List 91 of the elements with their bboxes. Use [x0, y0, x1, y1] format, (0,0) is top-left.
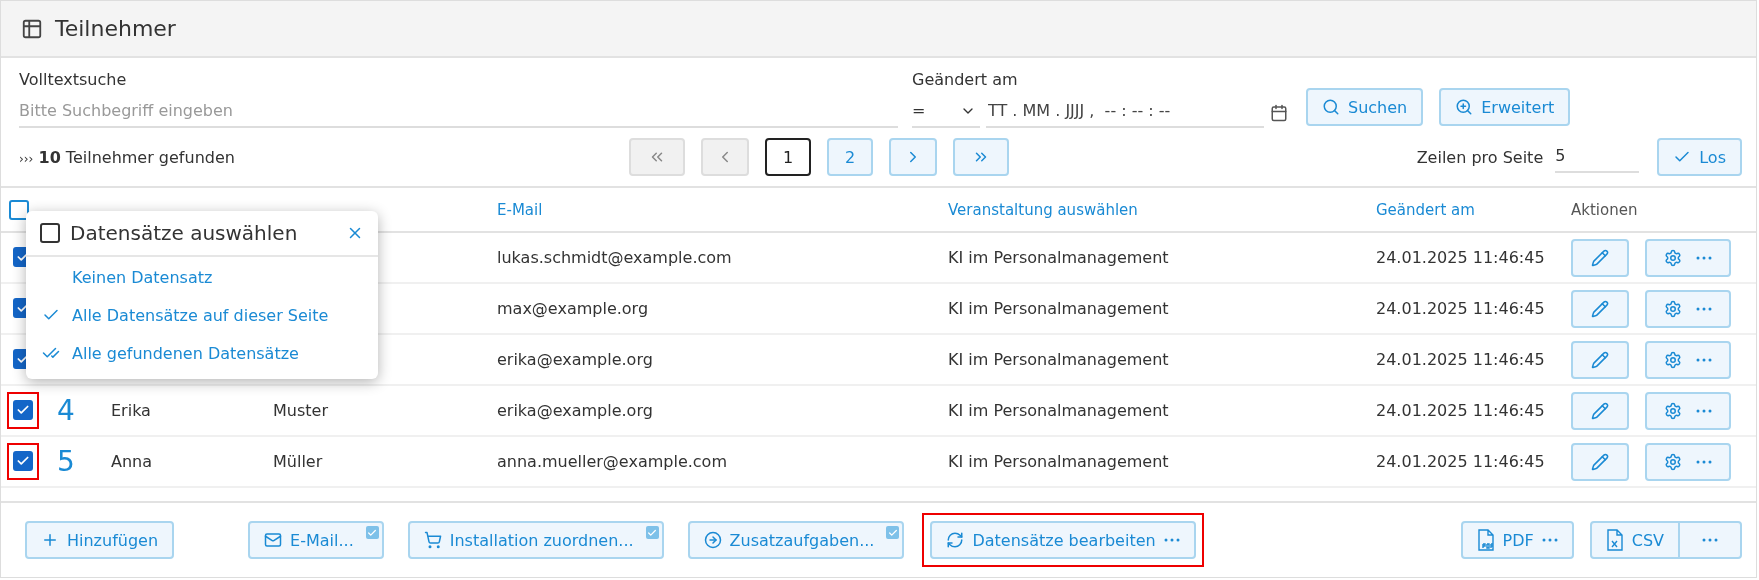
edit-button[interactable] — [1571, 340, 1629, 379]
table-cell: 24.01.2025 11:46:45 — [1376, 299, 1545, 318]
result-count: ››› 10 Teilnehmer gefunden — [19, 147, 236, 167]
column-header[interactable]: E-Mail — [497, 200, 543, 219]
table-cell: anna.mueller@example.com — [497, 452, 727, 471]
check-icon — [16, 403, 30, 417]
edit-button[interactable] — [1571, 289, 1629, 328]
calendar-icon[interactable] — [1270, 103, 1288, 122]
select-all-checkbox[interactable] — [9, 199, 29, 220]
table-cell: KI im Personalmanagement — [948, 248, 1169, 267]
more-icon — [1696, 459, 1712, 464]
settings-menu-button[interactable] — [1645, 442, 1731, 481]
export-button[interactable]: CSV — [1589, 521, 1680, 559]
table-cell: lukas.schmidt@example.com — [497, 248, 732, 267]
more-icon — [1696, 255, 1712, 260]
pencil-icon — [1591, 299, 1609, 318]
edit-button[interactable] — [1571, 442, 1629, 481]
column-header[interactable]: Veranstaltung auswählen — [948, 200, 1138, 219]
more-icon — [1541, 538, 1558, 542]
row-number: 4 — [57, 394, 75, 427]
search-button[interactable]: Suchen — [1306, 88, 1424, 126]
settings-icon — [1664, 248, 1682, 267]
settings-icon — [1664, 452, 1682, 471]
table-cell: 24.01.2025 11:46:45 — [1376, 248, 1545, 267]
row-number: 5 — [57, 445, 75, 478]
action-button[interactable]: Zusatzaufgaben... — [687, 521, 905, 559]
plus-icon — [41, 531, 59, 549]
column-header: Aktionen — [1571, 200, 1638, 219]
table-cell: KI im Personalmanagement — [948, 452, 1169, 471]
table-cell: erika@example.org — [497, 401, 653, 420]
table-cell: 24.01.2025 11:46:45 — [1376, 452, 1545, 471]
edit-button[interactable] — [1571, 391, 1629, 430]
panel-title: Teilnehmer — [55, 16, 176, 41]
table-cell: max@example.org — [497, 299, 649, 318]
field-label: Volltextsuche — [19, 70, 128, 89]
settings-menu-button[interactable] — [1645, 238, 1731, 277]
table-cell: 24.01.2025 11:46:45 — [1376, 350, 1545, 369]
edit-button[interactable] — [1571, 238, 1629, 277]
settings-menu-button[interactable] — [1645, 340, 1731, 379]
popup-menu-item[interactable]: Alle gefundenen Datensätze — [26, 333, 299, 371]
check-icon — [16, 454, 30, 468]
refresh-icon — [946, 531, 965, 549]
row-checkbox[interactable] — [13, 400, 33, 420]
settings-icon — [1664, 350, 1682, 369]
rows-per-page-label: Zeilen pro Seite — [1416, 147, 1544, 167]
pencil-icon — [1591, 350, 1609, 369]
table-cell: Muster — [273, 401, 328, 420]
action-button[interactable]: Hinzufügen — [25, 521, 175, 559]
more-icon — [1696, 408, 1712, 413]
settings-menu-button[interactable] — [1645, 289, 1731, 328]
more-icon — [1163, 538, 1180, 542]
pdf-file-icon — [1476, 529, 1495, 551]
popup-checkbox[interactable] — [40, 223, 60, 243]
table-cell: Müller — [273, 452, 323, 471]
action-button[interactable]: Datensätze bearbeiten — [930, 521, 1196, 559]
popup-title: Datensätze auswählen — [70, 221, 299, 245]
settings-icon — [1664, 299, 1682, 318]
more-icon — [1702, 538, 1718, 542]
table-cell: KI im Personalmanagement — [948, 299, 1169, 318]
popup-menu-item[interactable]: Alle Datensätze auf dieser Seite — [26, 295, 329, 333]
column-header[interactable]: Geändert am — [1376, 200, 1475, 219]
popup-menu-item[interactable]: Keinen Datensatz — [26, 257, 213, 295]
row-checkbox[interactable] — [13, 451, 33, 471]
export-button[interactable]: PDF — [1460, 521, 1574, 559]
settings-menu-button[interactable] — [1645, 391, 1731, 430]
more-icon — [1696, 306, 1712, 311]
search-icon — [1322, 98, 1340, 116]
table-cell: KI im Personalmanagement — [948, 401, 1169, 420]
pencil-icon — [1591, 452, 1609, 471]
more-icon — [1696, 357, 1712, 362]
table-cell: Erika — [111, 401, 151, 420]
settings-icon — [1664, 401, 1682, 420]
table-cell: Anna — [111, 452, 153, 471]
operator-select[interactable]: = — [912, 97, 980, 128]
table-cell: erika@example.org — [497, 350, 653, 369]
envelope-icon — [264, 531, 283, 549]
advanced-search-button[interactable]: Erweitert — [1439, 88, 1571, 126]
pencil-icon — [1591, 401, 1609, 420]
action-button[interactable]: Installation zuordnen... — [407, 521, 664, 559]
cart-icon — [423, 531, 442, 549]
zoom-in-icon — [1455, 98, 1474, 116]
spreadsheet-file-icon — [1605, 529, 1624, 551]
action-button[interactable]: E-Mail... — [248, 521, 384, 559]
table-icon — [21, 17, 43, 40]
table-cell: KI im Personalmanagement — [948, 350, 1169, 369]
pencil-icon — [1591, 248, 1609, 267]
field-label: Geändert am — [912, 70, 1019, 89]
page-button[interactable]: 1 — [765, 138, 811, 176]
page-button[interactable]: 2 — [827, 138, 873, 176]
apply-button[interactable]: Los — [1657, 138, 1742, 176]
table-cell: 24.01.2025 11:46:45 — [1376, 401, 1545, 420]
